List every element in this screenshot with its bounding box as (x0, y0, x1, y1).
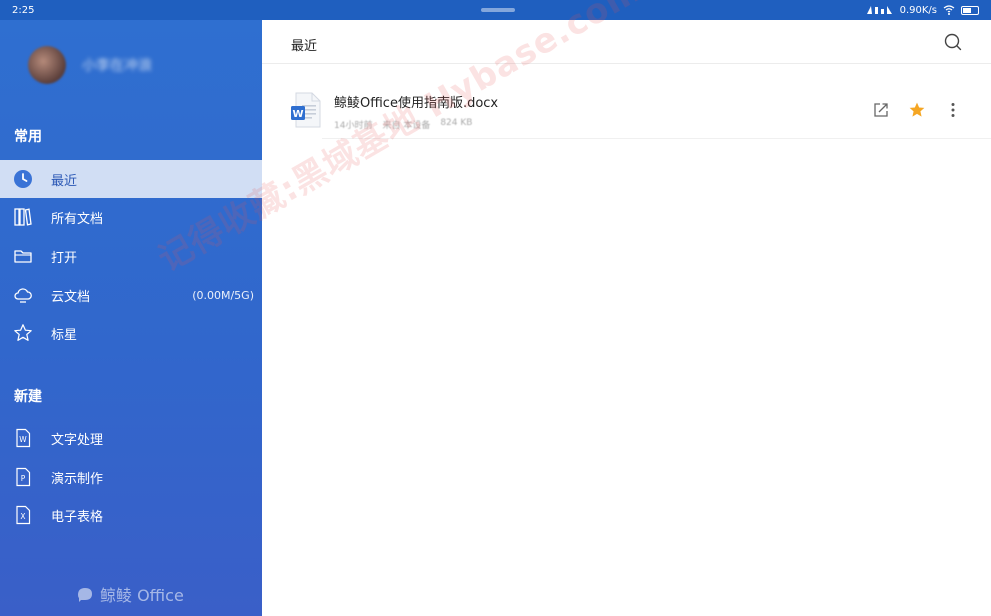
svg-text:W: W (292, 109, 303, 120)
sidebar-item-new-presentation[interactable]: P 演示制作 (0, 458, 262, 496)
svg-text:W: W (19, 435, 27, 444)
sidebar: 小李在冲浪 常用 最近 所有文档 打开 云文档 (0.00M/5G) 标星 新建 (0, 20, 262, 616)
whale-icon (78, 588, 92, 602)
file-size: 824 KB (440, 118, 473, 128)
cloud-icon (13, 285, 33, 305)
sidebar-item-label: 所有文档 (51, 211, 104, 227)
file-source: 来自 本设备 (382, 121, 431, 131)
sidebar-item-label: 云文档 (51, 289, 91, 305)
sidebar-item-starred[interactable]: 标星 (0, 314, 262, 352)
more-vertical-icon (951, 103, 955, 117)
sidebar-item-all-documents[interactable]: 所有文档 (0, 198, 262, 236)
avatar[interactable] (28, 46, 66, 84)
sidebar-item-open[interactable]: 打开 (0, 237, 262, 275)
status-time: 2:25 (12, 4, 35, 16)
status-icons: 0.90K/s (866, 5, 979, 16)
presentation-doc-icon: P (13, 467, 33, 487)
sidebar-item-label: 最近 (51, 173, 78, 189)
status-bar: 2:25 0.90K/s (0, 0, 991, 20)
sidebar-item-label: 文字处理 (51, 432, 104, 448)
share-icon (874, 103, 888, 117)
file-time: 14小时前 (334, 121, 373, 131)
file-name: 鲸鲮Office使用指南版.docx (334, 96, 499, 111)
main-panel: 最近 W 鲸鲮Office使用指南版.docx 14小时前 来自 本设备 824… (262, 20, 991, 616)
sidebar-item-label: 标星 (51, 327, 78, 343)
user-profile[interactable]: 小李在冲浪 (28, 46, 152, 84)
section-new-title: 新建 (14, 389, 42, 405)
page-title: 最近 (291, 39, 318, 54)
svg-text:P: P (21, 474, 26, 483)
wifi-icon (943, 5, 955, 15)
section-common-title: 常用 (14, 129, 42, 145)
drag-handle[interactable] (481, 8, 515, 12)
sidebar-item-label: 电子表格 (51, 509, 104, 525)
folder-icon (13, 246, 33, 266)
file-actions (871, 100, 963, 120)
share-button[interactable] (871, 100, 891, 120)
svg-text:X: X (20, 512, 25, 521)
signal-icon (866, 6, 892, 14)
spreadsheet-doc-icon: X (13, 505, 33, 525)
username: 小李在冲浪 (82, 58, 152, 74)
brand-name: 鲸鲮 Office (100, 586, 184, 605)
brand-logo: 鲸鲮 Office (76, 582, 184, 606)
battery-icon (961, 5, 979, 15)
network-speed: 0.90K/s (899, 4, 937, 16)
row-divider (322, 138, 991, 139)
more-options-button[interactable] (943, 100, 963, 120)
sidebar-item-label: 打开 (51, 250, 78, 266)
word-file-icon: W (290, 92, 322, 128)
sidebar-item-new-word[interactable]: W 文字处理 (0, 419, 262, 457)
file-list-item[interactable]: W 鲸鲮Office使用指南版.docx 14小时前 来自 本设备 824 KB (262, 84, 991, 138)
star-filled-icon (909, 102, 925, 117)
top-bar: 最近 (262, 20, 991, 64)
star-icon (13, 323, 33, 343)
word-doc-icon: W (13, 428, 33, 448)
file-meta: 14小时前 来自 本设备 824 KB (334, 118, 472, 131)
cloud-storage-usage: (0.00M/5G) (192, 288, 254, 302)
sidebar-item-recent[interactable]: 最近 (0, 160, 262, 198)
sidebar-item-new-spreadsheet[interactable]: X 电子表格 (0, 496, 262, 534)
search-button[interactable] (943, 32, 963, 52)
sidebar-item-label: 演示制作 (51, 471, 104, 487)
library-icon (13, 207, 33, 227)
sidebar-item-cloud-docs[interactable]: 云文档 (0.00M/5G) (0, 276, 262, 314)
search-icon (944, 33, 962, 51)
clock-icon (13, 169, 33, 189)
star-toggle[interactable] (907, 100, 927, 120)
